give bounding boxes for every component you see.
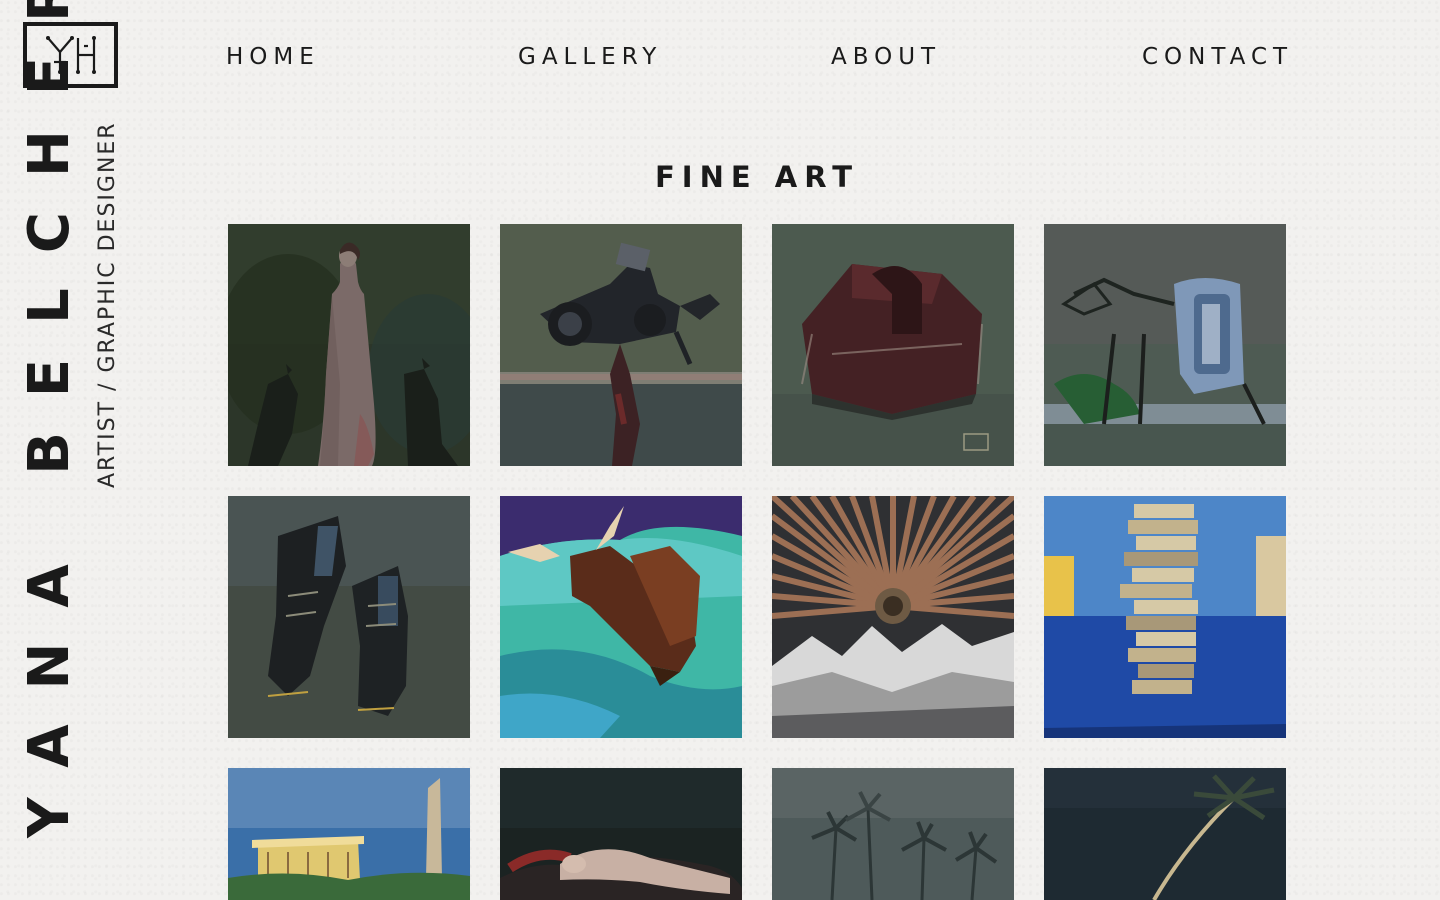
artwork-thumbnail-mixer[interactable] [1044, 224, 1286, 466]
artwork-thumbnail-reclining-figure[interactable] [500, 768, 742, 900]
artwork-thumbnail-jenga[interactable] [1044, 496, 1286, 738]
nav-gallery[interactable]: GALLERY [518, 40, 662, 74]
painting-reclining-figure-image [500, 768, 742, 900]
painting-bull-image [500, 496, 742, 738]
nav-about[interactable]: ABOUT [831, 40, 941, 74]
painting-memorial-image [228, 768, 470, 900]
painting-mixer-image [1044, 224, 1286, 466]
painting-radial-sun-image [772, 496, 1014, 738]
artwork-thumbnail-bag[interactable] [772, 224, 1014, 466]
site-tagline: ARTIST / GRAPHIC DESIGNER [94, 104, 122, 488]
artwork-thumbnail-woman-in-dress[interactable] [228, 224, 470, 466]
artwork-thumbnail-bull[interactable] [500, 496, 742, 738]
painting-boots-image [228, 496, 470, 738]
painting-camera-image [500, 224, 742, 466]
painting-bag-image [772, 224, 1014, 466]
painting-palm-trees-image [772, 768, 1014, 900]
nav-home[interactable]: HOME [226, 40, 320, 74]
painting-single-palm-image [1044, 768, 1286, 900]
artwork-thumbnail-memorial[interactable] [228, 768, 470, 900]
artwork-thumbnail-single-palm[interactable] [1044, 768, 1286, 900]
artwork-thumbnail-palm-trees[interactable] [772, 768, 1014, 900]
artwork-thumbnail-camera[interactable] [500, 224, 742, 466]
site-name-text: YANA BELCHER [17, 0, 82, 838]
page-title: FINE ART [654, 160, 860, 195]
artwork-thumbnail-radial-sun[interactable] [772, 496, 1014, 738]
artwork-thumbnail-boots[interactable] [228, 496, 470, 738]
painting-jenga-image [1044, 496, 1286, 738]
main-nav: HOME GALLERY ABOUT CONTACT [0, 40, 1440, 74]
nav-contact[interactable]: CONTACT [1142, 40, 1293, 74]
painting-woman-in-dress-image [228, 224, 470, 466]
site-name: YANA BELCHER [17, 0, 82, 838]
site-tagline-text: ARTIST / GRAPHIC DESIGNER [95, 121, 120, 488]
